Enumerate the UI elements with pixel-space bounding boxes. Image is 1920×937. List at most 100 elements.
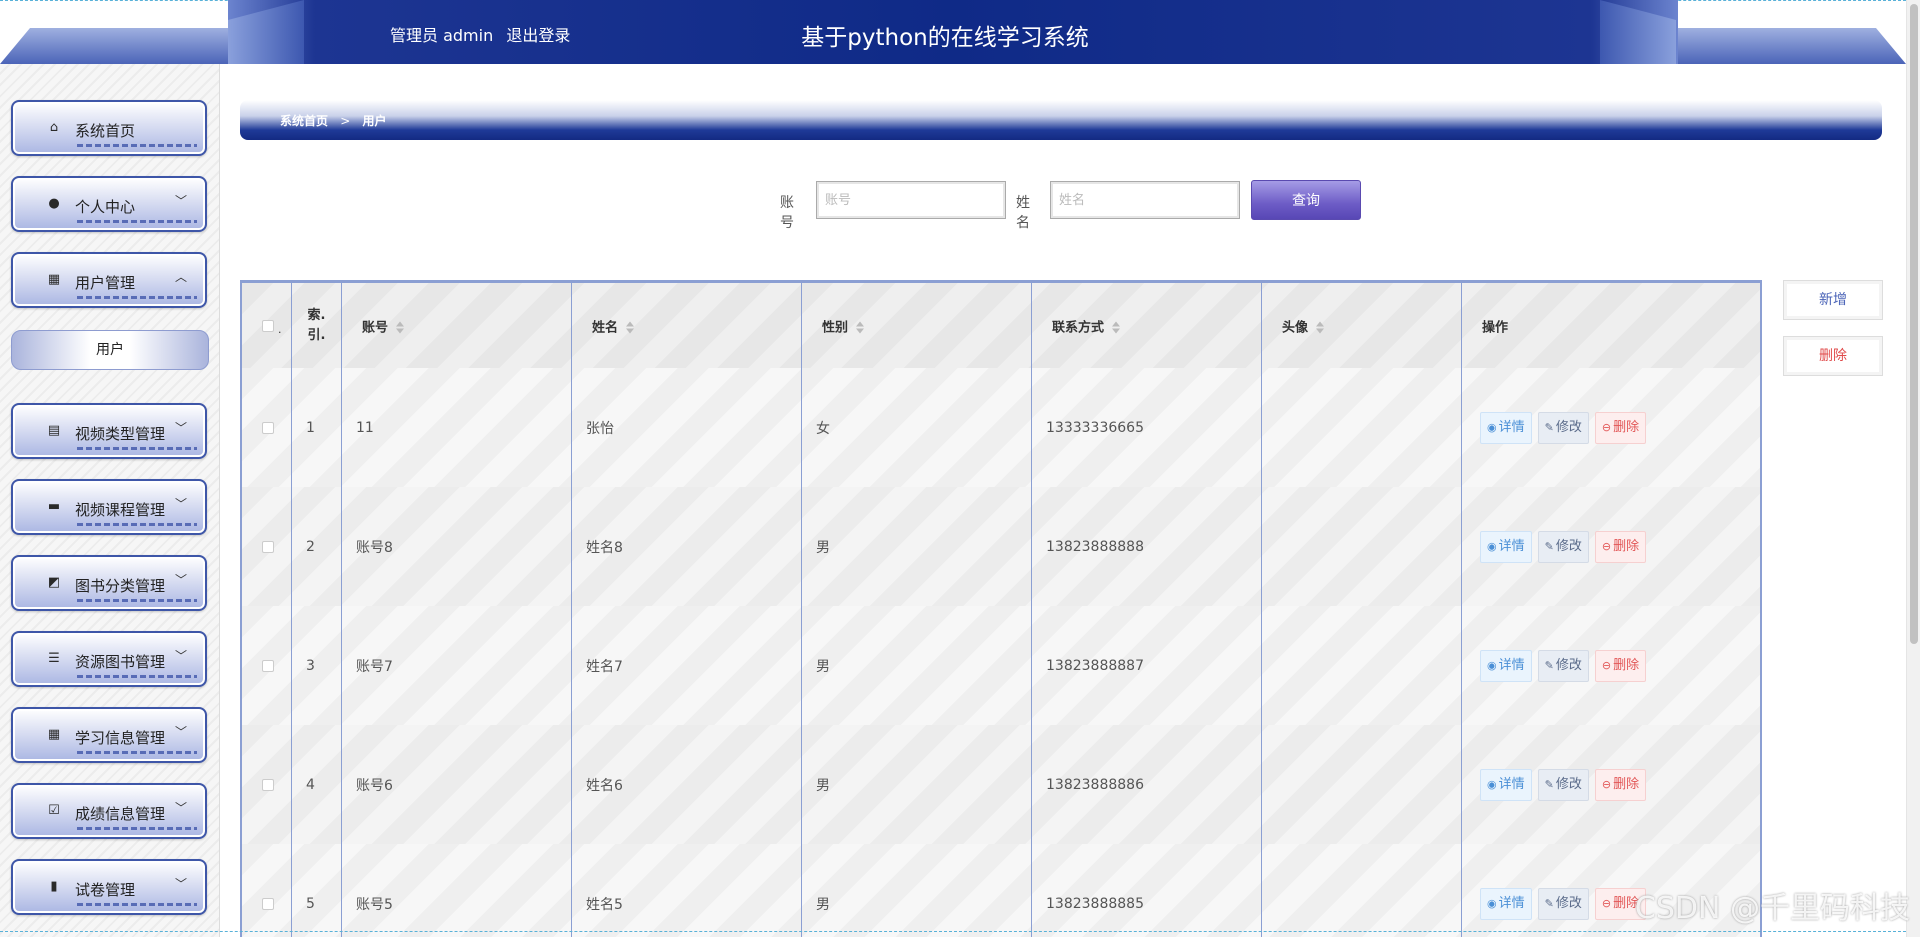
minus-circle-icon: ⊖ bbox=[1601, 539, 1612, 553]
check-clipboard-icon: ☑ bbox=[48, 803, 60, 818]
detail-button[interactable]: ◉ 详情 bbox=[1480, 411, 1532, 444]
add-button[interactable]: 新增 bbox=[1783, 280, 1883, 320]
avatar-column-header[interactable]: 头像 bbox=[1262, 283, 1462, 368]
home-icon: ⌂ bbox=[49, 120, 59, 135]
row-checkbox[interactable] bbox=[262, 778, 274, 791]
chevron-down-icon: ﹀ bbox=[174, 725, 187, 739]
sidebar-item-video-type[interactable]: ▤ 视频类型管理 ﹀ bbox=[11, 403, 207, 459]
delete-button[interactable]: ⊖ 删除 bbox=[1594, 649, 1647, 682]
chart-icon: ◩ bbox=[47, 575, 61, 590]
sidebar-item-exam-paper[interactable]: ▮ 试卷管理 ﹀ bbox=[11, 859, 207, 915]
chevron-down-icon: ﹀ bbox=[174, 194, 187, 208]
gender-column-header[interactable]: 性别 bbox=[802, 283, 1032, 368]
sidebar-item-label: 个人中心 bbox=[75, 198, 136, 216]
row-actions: ◉ 详情 ✎ 修改 ⊖ 删除 bbox=[1480, 411, 1652, 444]
table-row: 2 账号8 姓名8 男 13823888888 ◉ 详情 ✎ 修改 ⊖ 删除 bbox=[242, 487, 1760, 606]
cell-name: 姓名5 bbox=[586, 896, 623, 913]
scrollbar-thumb[interactable] bbox=[1910, 4, 1918, 644]
sidebar-item-study-info[interactable]: ▦ 学习信息管理 ﹀ bbox=[11, 707, 207, 763]
detail-button[interactable]: ◉ 详情 bbox=[1480, 649, 1532, 682]
name-column-header[interactable]: 姓名 bbox=[572, 283, 802, 368]
list-icon: ☰ bbox=[48, 651, 60, 666]
row-checkbox[interactable] bbox=[262, 659, 274, 672]
sidebar-item-home[interactable]: ⌂ 系统首页 bbox=[11, 100, 207, 156]
cell-index: 4 bbox=[306, 776, 315, 793]
sidebar-subitem-user[interactable]: 用户 bbox=[11, 330, 209, 370]
chevron-down-icon: ﹀ bbox=[174, 877, 187, 891]
user-table: . 索. 引. 账号 姓名 性别 联系方式 头像 操作 1 11 张怡女 133333… bbox=[240, 280, 1762, 937]
cell-index: 5 bbox=[306, 895, 315, 912]
row-checkbox[interactable] bbox=[262, 421, 274, 434]
breadcrumb-home[interactable]: 系统首页 bbox=[280, 114, 328, 128]
sidebar-item-resource-book[interactable]: ☰ 资源图书管理 ﹀ bbox=[11, 631, 207, 687]
chevron-up-icon: ︿ bbox=[174, 270, 187, 284]
detail-button[interactable]: ◉ 详情 bbox=[1480, 887, 1532, 920]
sidebar-item-personal-center[interactable]: ● 个人中心 ﹀ bbox=[11, 176, 207, 232]
query-button[interactable]: 查询 bbox=[1251, 180, 1361, 220]
sidebar-item-label: 用户管理 bbox=[75, 274, 136, 292]
cell-gender: 女 bbox=[816, 420, 830, 437]
delete-button[interactable]: ⊖ 删除 bbox=[1594, 530, 1647, 563]
minus-circle-icon: ⊖ bbox=[1601, 420, 1612, 434]
cell-contact: 13823888886 bbox=[1046, 776, 1144, 793]
sort-icon[interactable] bbox=[856, 321, 865, 334]
cell-name: 张怡 bbox=[586, 420, 614, 437]
delete-button[interactable]: ⊖ 删除 bbox=[1594, 411, 1647, 444]
grid-icon: ▦ bbox=[47, 727, 61, 742]
sidebar-item-user-management[interactable]: ▦ 用户管理 ︿ bbox=[11, 252, 207, 308]
sidebar-item-book-category[interactable]: ◩ 图书分类管理 ﹀ bbox=[11, 555, 207, 611]
cell-name: 姓名7 bbox=[586, 658, 623, 675]
cell-index: 1 bbox=[306, 419, 315, 436]
chevron-down-icon: ﹀ bbox=[174, 497, 187, 511]
sort-icon[interactable] bbox=[1316, 321, 1325, 334]
cell-contact: 13823888887 bbox=[1046, 657, 1144, 674]
eye-icon: ◉ bbox=[1487, 539, 1497, 553]
pencil-icon: ✎ bbox=[1544, 777, 1554, 791]
minus-circle-icon: ⊖ bbox=[1601, 777, 1612, 791]
sidebar-item-label: 试卷管理 bbox=[75, 881, 136, 899]
contact-column-header[interactable]: 联系方式 bbox=[1032, 283, 1262, 368]
table-row: 1 11 张怡女 13333336665 ◉ 详情 ✎ 修改 ⊖ 删除 bbox=[242, 368, 1760, 487]
cell-name: 姓名6 bbox=[586, 777, 623, 794]
sidebar-item-label: 图书分类管理 bbox=[75, 577, 166, 595]
cell-index: 3 bbox=[306, 657, 315, 674]
sidebar-item-label: 视频类型管理 bbox=[75, 425, 166, 443]
select-all-checkbox[interactable] bbox=[262, 319, 274, 332]
pencil-icon: ✎ bbox=[1544, 658, 1554, 672]
eye-icon: ◉ bbox=[1487, 777, 1497, 791]
account-search-input[interactable] bbox=[816, 181, 1006, 219]
delete-button[interactable]: ⊖ 删除 bbox=[1594, 768, 1647, 801]
edit-button[interactable]: ✎ 修改 bbox=[1537, 768, 1589, 801]
row-actions: ◉ 详情 ✎ 修改 ⊖ 删除 bbox=[1480, 768, 1652, 801]
bottom-dashed-border bbox=[0, 931, 1906, 932]
minus-circle-icon: ⊖ bbox=[1601, 896, 1612, 910]
page-scrollbar[interactable] bbox=[1906, 0, 1920, 937]
pencil-icon: ✎ bbox=[1544, 420, 1554, 434]
row-checkbox[interactable] bbox=[262, 540, 274, 553]
sort-icon[interactable] bbox=[626, 321, 635, 334]
page-title: 基于python的在线学习系统 bbox=[801, 25, 1089, 51]
account-label: 账号 bbox=[780, 195, 794, 231]
cell-gender: 男 bbox=[816, 658, 830, 675]
sort-icon[interactable] bbox=[396, 321, 405, 334]
row-checkbox[interactable] bbox=[262, 897, 274, 910]
edit-button[interactable]: ✎ 修改 bbox=[1537, 649, 1589, 682]
sidebar-item-score-info[interactable]: ☑ 成绩信息管理 ﹀ bbox=[11, 783, 207, 839]
edit-button[interactable]: ✎ 修改 bbox=[1537, 530, 1589, 563]
cell-index: 2 bbox=[306, 538, 315, 555]
minus-circle-icon: ⊖ bbox=[1601, 658, 1612, 672]
detail-button[interactable]: ◉ 详情 bbox=[1480, 768, 1532, 801]
grid-icon: ▦ bbox=[47, 272, 61, 287]
eye-icon: ◉ bbox=[1487, 896, 1497, 910]
batch-delete-button[interactable]: 删除 bbox=[1783, 336, 1883, 376]
cell-contact: 13823888888 bbox=[1046, 538, 1144, 555]
edit-button[interactable]: ✎ 修改 bbox=[1537, 887, 1589, 920]
name-search-input[interactable] bbox=[1050, 181, 1240, 219]
edit-button[interactable]: ✎ 修改 bbox=[1537, 411, 1589, 444]
cell-contact: 13823888885 bbox=[1046, 895, 1144, 912]
sort-icon[interactable] bbox=[1112, 321, 1121, 334]
table-row: 3 账号7 姓名7 男 13823888887 ◉ 详情 ✎ 修改 ⊖ 删除 bbox=[242, 606, 1760, 725]
account-column-header[interactable]: 账号 bbox=[342, 283, 572, 368]
detail-button[interactable]: ◉ 详情 bbox=[1480, 530, 1532, 563]
sidebar-item-video-course[interactable]: ▬ 视频课程管理 ﹀ bbox=[11, 479, 207, 535]
